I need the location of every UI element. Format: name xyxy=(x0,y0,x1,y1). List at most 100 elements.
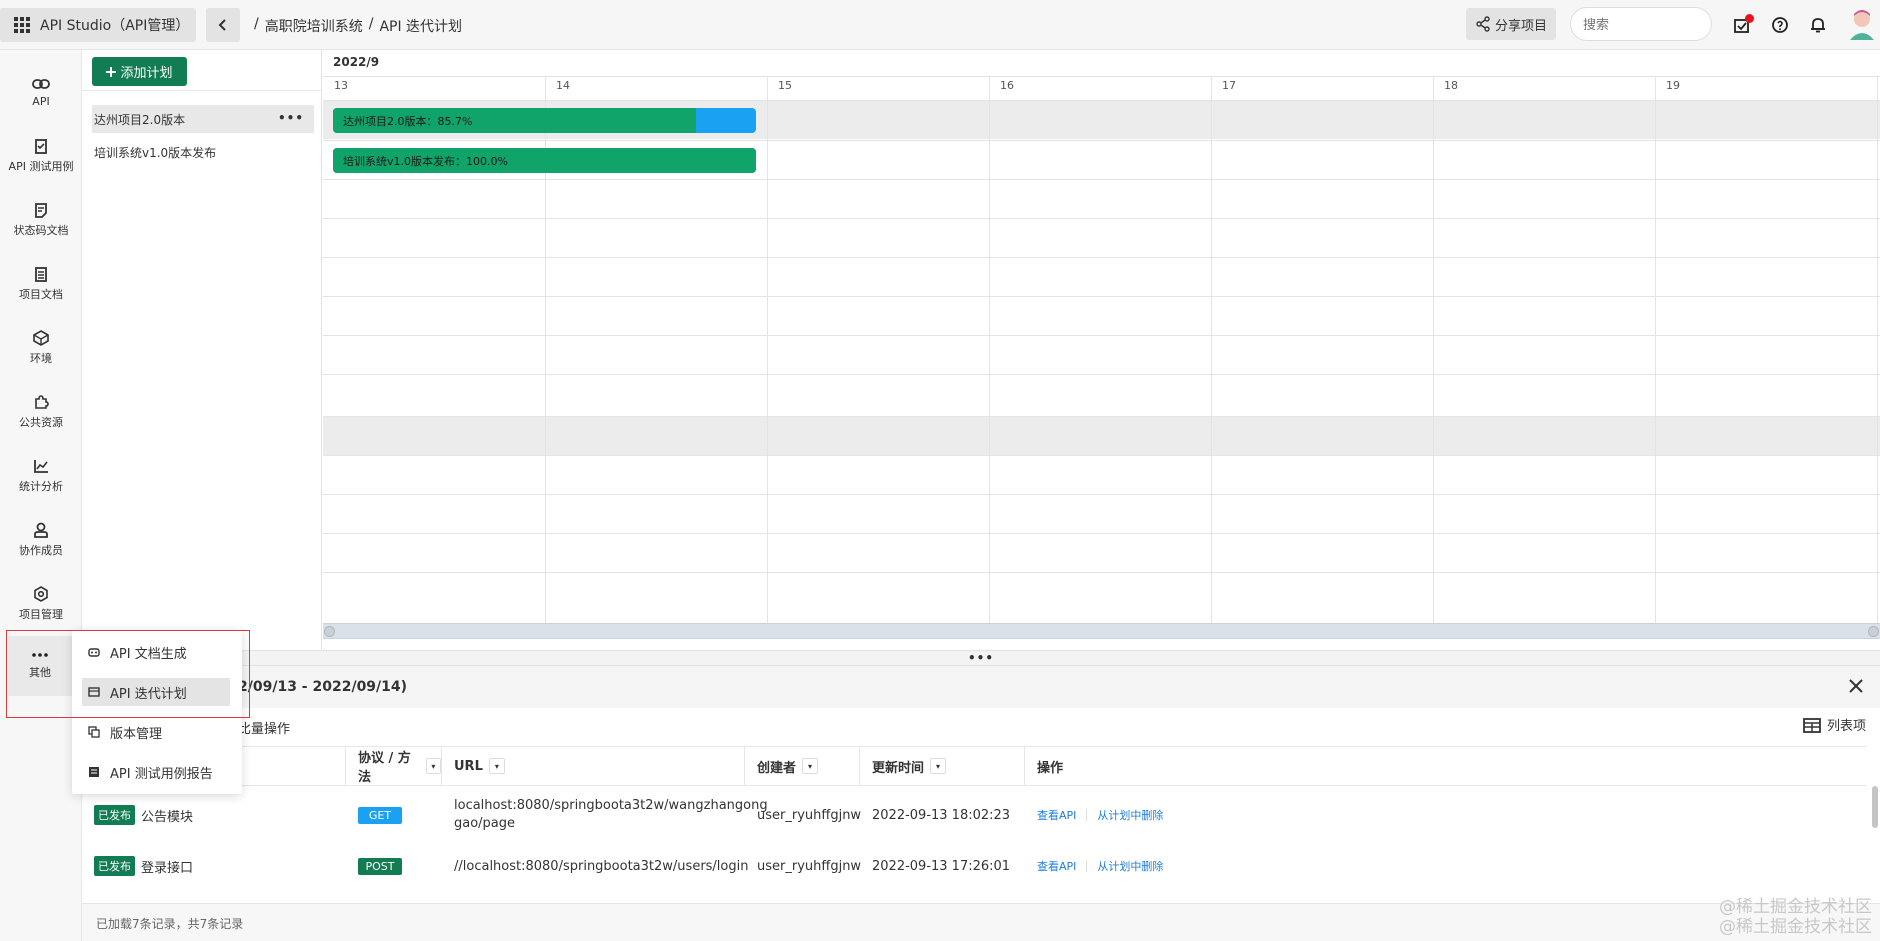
nav-label: 状态码文档 xyxy=(13,224,69,237)
td-actions: 查看API 从计划中删除 xyxy=(1025,791,1325,839)
table-footer: 已加载7条记录，共7条记录 xyxy=(82,903,1880,941)
view-api-link[interactable]: 查看API xyxy=(1037,807,1076,823)
gantt-row xyxy=(323,335,1880,374)
nav-item-project-management[interactable]: 项目管理 xyxy=(0,576,82,632)
share-icon xyxy=(1476,16,1490,32)
remove-from-plan-link[interactable]: 从计划中删除 xyxy=(1097,858,1163,874)
nav-item-project-docs[interactable]: 项目文档 xyxy=(0,256,82,312)
breadcrumb-page: API 迭代计划 xyxy=(379,19,463,35)
more-icon[interactable]: ••• xyxy=(278,111,304,125)
notifications-button[interactable] xyxy=(1806,13,1830,37)
avatar[interactable] xyxy=(1848,8,1876,40)
plan-item[interactable]: 培训系统v1.0版本发布 xyxy=(92,138,314,166)
chevron-left-icon xyxy=(218,19,226,31)
gantt-bar[interactable]: 培训系统v1.0版本发布：100.0% xyxy=(333,148,756,173)
th-creator[interactable]: 创建者 ▾ xyxy=(745,747,860,785)
table-row[interactable]: 已发布 登录接口 POST //localhost:8080/springboot… xyxy=(82,842,1866,890)
th-label: 操作 xyxy=(1037,760,1064,776)
search-input[interactable] xyxy=(1570,7,1712,41)
plan-name: 培训系统v1.0版本发布 xyxy=(94,145,217,160)
plan-name: 达州项目2.0版本 xyxy=(94,112,186,127)
nav-item-public-resources[interactable]: 公共资源 xyxy=(0,384,82,440)
gantt-row xyxy=(323,179,1880,218)
plus-icon xyxy=(106,66,117,77)
scroll-handle-left[interactable] xyxy=(324,626,335,637)
method-badge: GET xyxy=(358,806,402,824)
scroll-handle-right[interactable] xyxy=(1868,626,1879,637)
td-method: GET xyxy=(346,791,442,839)
gantt-bar[interactable]: 达州项目2.0版本：85.7% xyxy=(333,108,756,133)
nav-item-api[interactable]: API xyxy=(0,64,82,120)
nav-item-statistics[interactable]: 统计分析 xyxy=(0,448,82,504)
app-switcher[interactable]: API Studio（API管理） xyxy=(0,8,196,42)
nav-item-api-test-cases[interactable]: API 测试用例 xyxy=(0,128,82,184)
td-updated: 2022-09-13 17:26:01 xyxy=(872,858,1011,874)
doc-icon xyxy=(35,203,47,218)
menu-item-test-report[interactable]: API 测试用例报告 xyxy=(82,758,230,786)
chart-icon xyxy=(34,460,48,473)
nav-label: 环境 xyxy=(30,352,52,365)
breadcrumb-sep: / xyxy=(368,16,374,32)
gantt-day: 15 xyxy=(778,79,792,92)
detail-title: 2/09/13 - 2022/09/14) xyxy=(238,679,408,695)
remove-from-plan-link[interactable]: 从计划中删除 xyxy=(1097,807,1163,823)
th-method[interactable]: 协议 / 方法 ▾ xyxy=(346,747,442,785)
gantt-day: 16 xyxy=(1000,79,1014,92)
back-button[interactable] xyxy=(206,8,240,42)
gantt-bar-label: 达州项目2.0版本：85.7% xyxy=(343,115,473,128)
caret-down-icon[interactable]: ▾ xyxy=(930,758,947,774)
link-icon xyxy=(32,78,50,89)
close-icon[interactable] xyxy=(1846,676,1866,696)
menu-item-version-management[interactable]: 版本管理 xyxy=(82,718,230,746)
table-scrollbar[interactable] xyxy=(1872,786,1878,828)
url-text: localhost:8080/springboota3t2w/wangzhang… xyxy=(454,798,768,813)
table-icon xyxy=(1803,717,1821,733)
menu-label: 版本管理 xyxy=(110,726,163,742)
nav-label: 统计分析 xyxy=(19,480,63,493)
columns-button[interactable]: 列表项 xyxy=(1803,715,1866,734)
caret-down-icon[interactable]: ▾ xyxy=(425,758,441,774)
bell-icon xyxy=(1811,18,1825,33)
th-url[interactable]: URL ▾ xyxy=(442,747,745,785)
gantt-row xyxy=(323,494,1880,533)
view-api-link[interactable]: 查看API xyxy=(1037,858,1076,874)
add-plan-button[interactable]: 添加计划 xyxy=(92,57,187,86)
gantt-row xyxy=(323,572,1880,611)
gantt-horizontal-scrollbar[interactable] xyxy=(323,623,1880,639)
breadcrumb-project[interactable]: 高职院培训系统 xyxy=(265,16,363,36)
breadcrumb: / 高职院培训系统 / API 迭代计划 xyxy=(254,16,462,36)
panel-splitter[interactable]: ••• xyxy=(82,650,1880,666)
share-project-button[interactable]: 分享项目 xyxy=(1466,8,1556,40)
gantt-gridline xyxy=(767,76,768,636)
th-label: URL xyxy=(454,758,483,774)
puzzle-icon xyxy=(35,395,49,409)
gantt-row xyxy=(323,455,1880,494)
plan-item[interactable]: 达州项目2.0版本 ••• xyxy=(92,105,314,133)
gantt-month: 2022/9 xyxy=(333,55,380,69)
table-row[interactable]: 已发布 公告模块 GET localhost:8080/springboota3t… xyxy=(82,791,1866,839)
th-label: 协议 / 方法 xyxy=(358,751,411,785)
nav-label: 协作成员 xyxy=(19,544,63,557)
clipboard-icon xyxy=(35,139,47,154)
status-badge: 已发布 xyxy=(94,856,135,876)
gantt-gridline xyxy=(1211,76,1212,636)
tasks-button[interactable] xyxy=(1730,13,1754,37)
caret-down-icon[interactable]: ▾ xyxy=(488,758,505,774)
breadcrumb-sep: / xyxy=(254,16,259,32)
td-creator: user_ryuhffgjnw xyxy=(757,858,862,874)
nav-item-environment[interactable]: 环境 xyxy=(0,320,82,376)
api-name[interactable]: 登录接口 xyxy=(141,857,193,876)
nav-item-status-code-docs[interactable]: 状态码文档 xyxy=(0,192,82,248)
api-name[interactable]: 公告模块 xyxy=(141,806,193,825)
th-updated[interactable]: 更新时间 ▾ xyxy=(860,747,1025,785)
left-nav: API API 测试用例 状态码文档 项目文档 环境 公共资源 统计分析 协作成… xyxy=(0,50,82,941)
notification-dot xyxy=(1745,14,1754,23)
gantt-row xyxy=(323,533,1880,572)
gantt-row xyxy=(323,218,1880,257)
nav-item-members[interactable]: 协作成员 xyxy=(0,512,82,568)
caret-down-icon[interactable]: ▾ xyxy=(802,758,819,774)
help-button[interactable] xyxy=(1768,13,1792,37)
batch-operation-button[interactable]: 比量操作 xyxy=(238,718,290,737)
url-text: gao/page xyxy=(454,816,516,831)
user-icon xyxy=(34,522,48,538)
